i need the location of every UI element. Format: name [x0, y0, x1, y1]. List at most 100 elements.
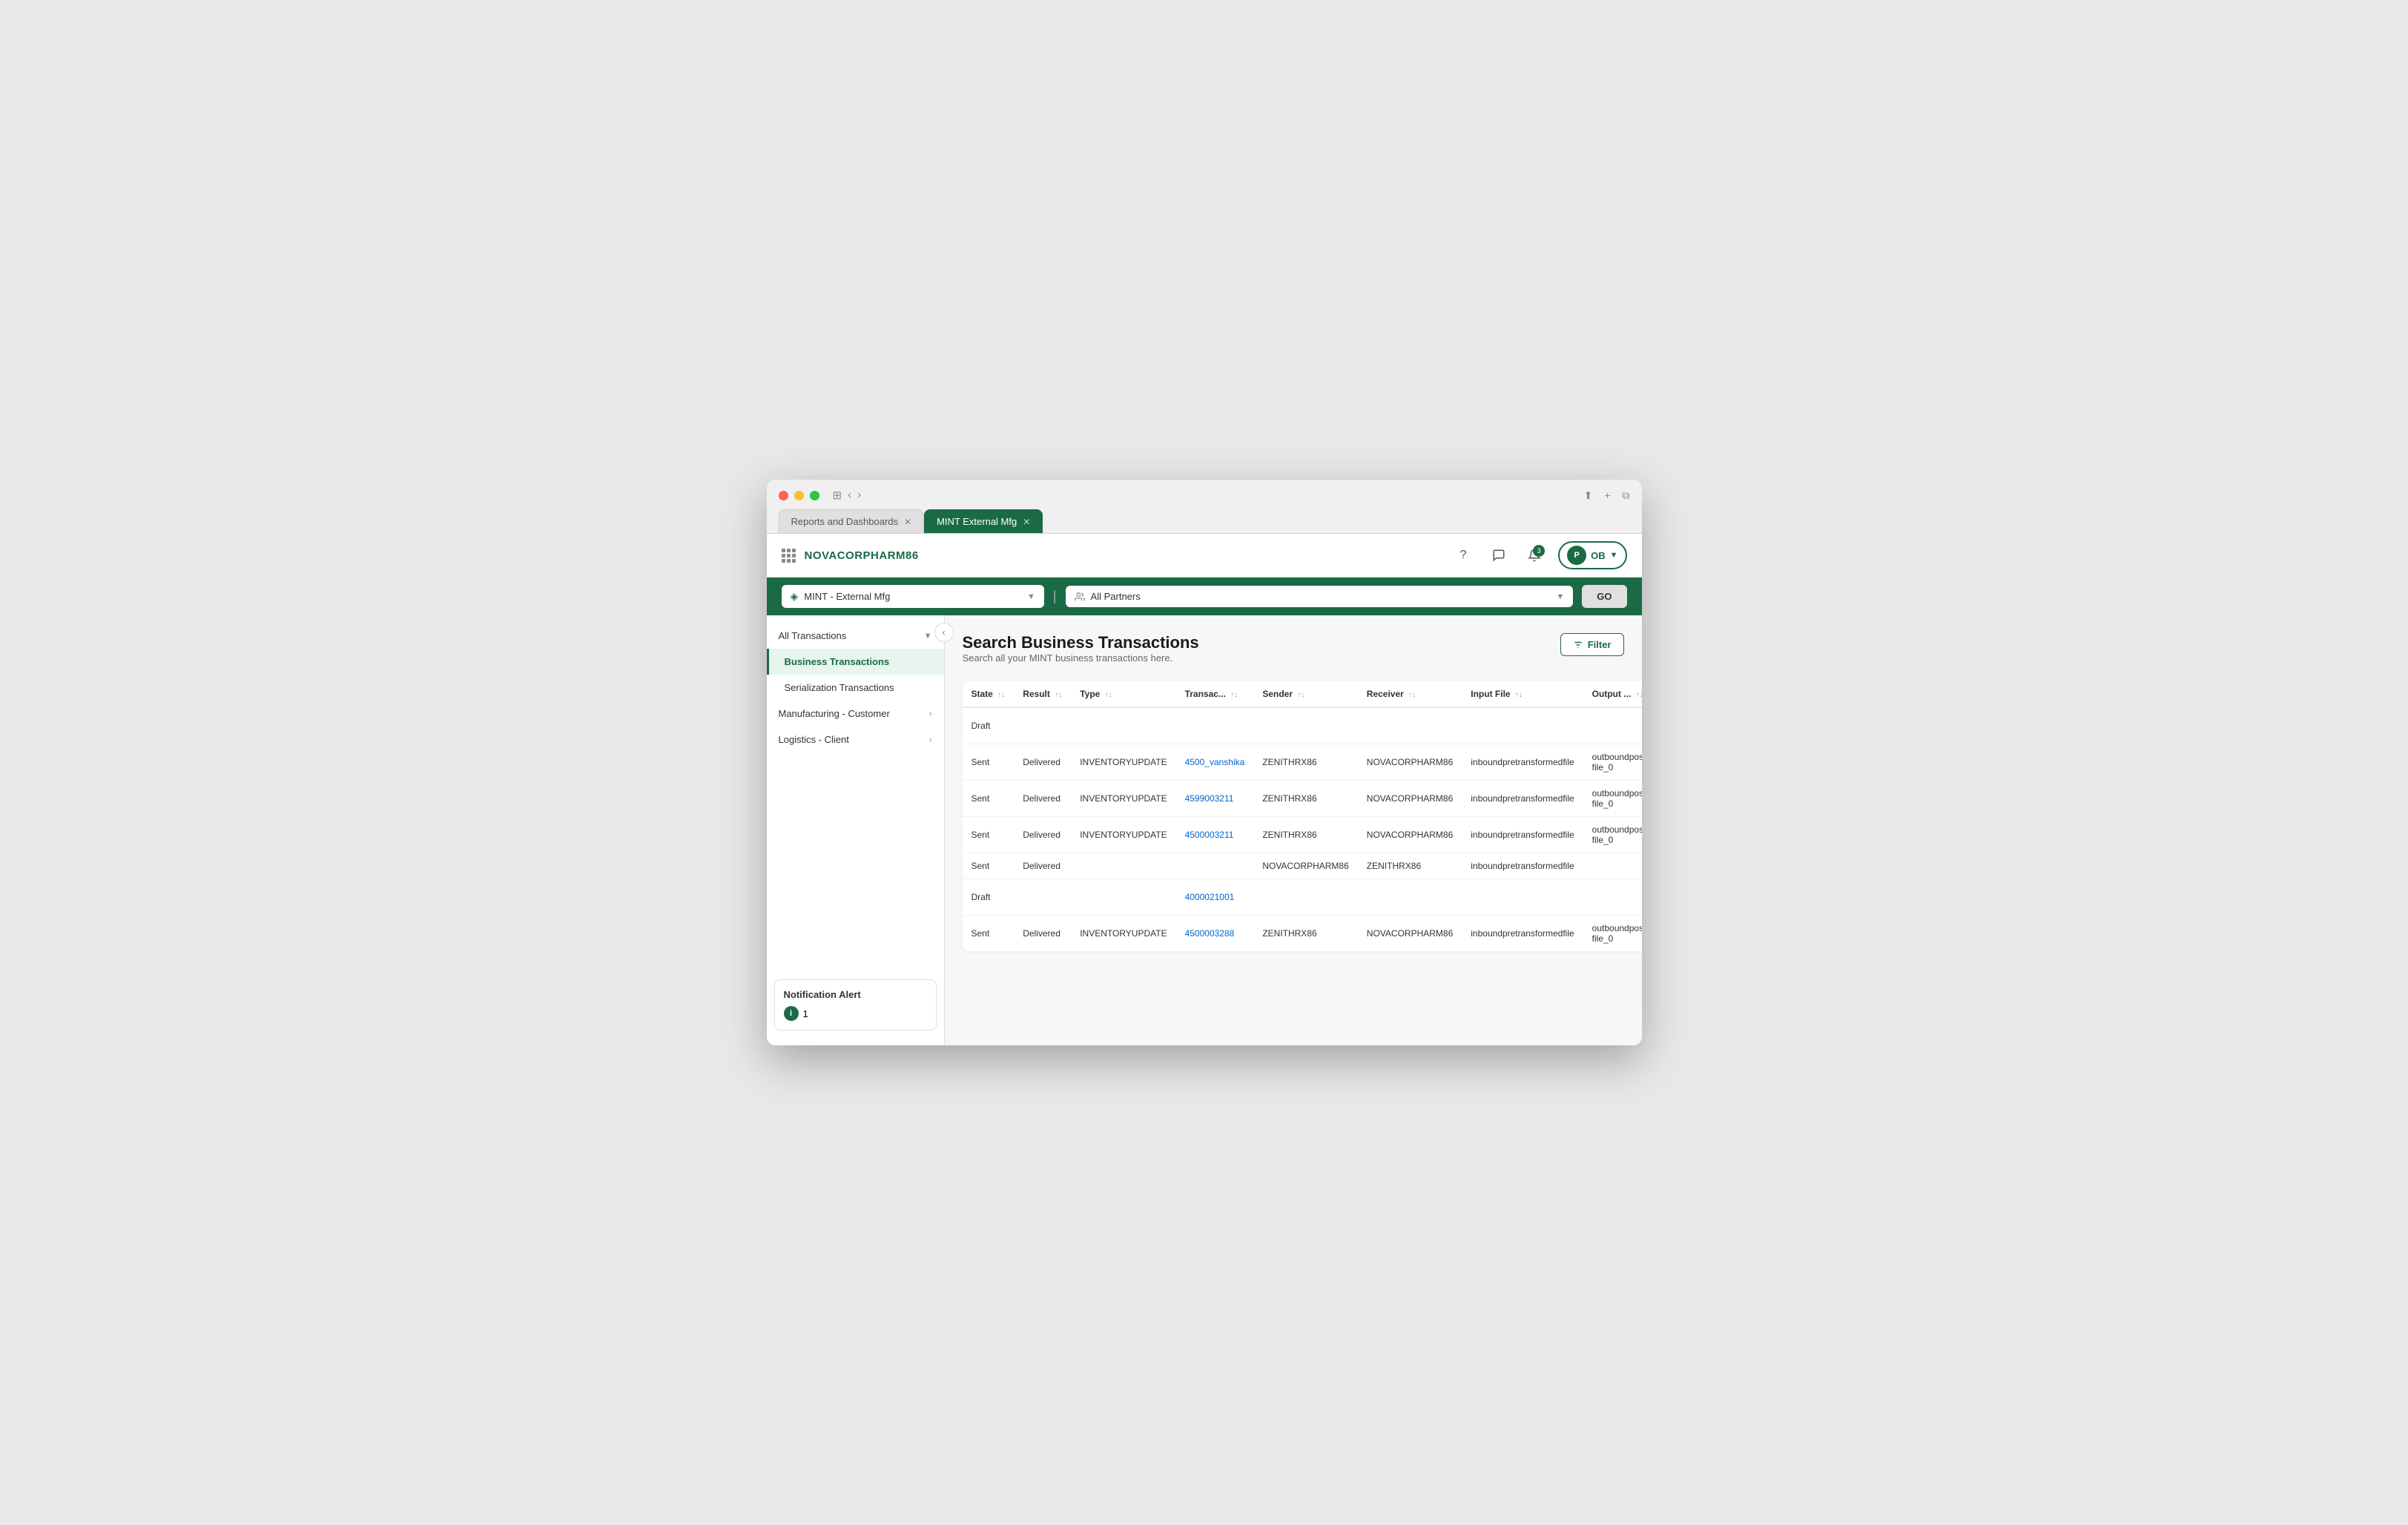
cell-input_file: [1462, 879, 1583, 916]
sort-receiver-icon: ↑↓: [1408, 691, 1416, 699]
browser-controls: ⊞ ‹ › ⬆ + ⧉: [779, 489, 1630, 502]
notification-count-badge: 3: [1533, 545, 1545, 557]
new-tab-icon[interactable]: +: [1604, 489, 1610, 502]
table-row: SentDeliveredINVENTORYUPDATE4500_vanshik…: [963, 744, 1642, 781]
tab-reports[interactable]: Reports and Dashboards ✕: [779, 509, 925, 533]
cell-transaction[interactable]: 4500003288: [1176, 916, 1254, 952]
notification-info-icon: i: [784, 1006, 799, 1021]
search-bar: ◈ MINT - External Mfg ▼ | All Partners ▼…: [767, 578, 1642, 615]
tab-reports-close[interactable]: ✕: [904, 517, 911, 527]
page-title: Search Business Transactions: [963, 633, 1199, 652]
share-icon[interactable]: ⬆: [1584, 489, 1593, 502]
user-dropdown-icon[interactable]: ▼: [1610, 551, 1618, 560]
sort-state-icon: ↑↓: [997, 691, 1005, 699]
help-icon[interactable]: ?: [1451, 543, 1475, 567]
col-input-file[interactable]: Input File ↑↓: [1462, 681, 1583, 707]
filter-icon: [1573, 640, 1583, 650]
cell-type: [1071, 879, 1175, 916]
all-transactions-label: All Transactions: [779, 630, 847, 641]
app-menu-icon[interactable]: [782, 549, 796, 563]
sidebar-collapse-button[interactable]: ‹: [934, 623, 954, 642]
cell-state: Sent: [963, 817, 1015, 853]
minimize-button[interactable]: [794, 491, 804, 500]
cell-sender: ZENITHRX86: [1253, 781, 1357, 817]
all-transactions-chevron: ▼: [924, 632, 932, 641]
sidebar-section-manufacturing[interactable]: Manufacturing - Customer ›: [767, 701, 944, 727]
cell-receiver: NOVACORPHARM86: [1358, 744, 1462, 781]
cell-type: INVENTORYUPDATE: [1071, 781, 1175, 817]
nav-forward-icon[interactable]: ›: [857, 489, 861, 502]
cell-state: Draft: [963, 707, 1015, 744]
cell-sender: ZENITHRX86: [1253, 916, 1357, 952]
sort-sender-icon: ↑↓: [1297, 691, 1304, 699]
notification-info[interactable]: i 1: [784, 1006, 927, 1021]
cell-input_file: inboundpretransformedfile: [1462, 744, 1583, 781]
sidebar-item-all-transactions[interactable]: All Transactions ▼: [767, 623, 944, 649]
cell-result: Delivered: [1014, 853, 1071, 879]
sort-transaction-icon: ↑↓: [1230, 691, 1238, 699]
cell-transaction[interactable]: 4000021001: [1176, 879, 1254, 916]
cell-transaction[interactable]: 4599003211: [1176, 781, 1254, 817]
chat-icon[interactable]: [1487, 543, 1511, 567]
nav-back-icon[interactable]: ‹: [848, 489, 851, 502]
app-logo: NOVACORPHARM86: [805, 549, 919, 562]
tab-mint-close[interactable]: ✕: [1023, 517, 1030, 527]
cell-output_file: outboundposttransformed file_0: [1583, 781, 1642, 817]
notifications-icon[interactable]: 3: [1523, 543, 1546, 567]
cell-result: [1014, 879, 1071, 916]
partner-selector[interactable]: All Partners ▼: [1066, 586, 1574, 607]
sidebar-item-serialization-transactions[interactable]: Serialization Transactions: [767, 675, 944, 701]
table-row: SentDeliveredINVENTORYUPDATE4599003211ZE…: [963, 781, 1642, 817]
cell-transaction[interactable]: 4500003211: [1176, 817, 1254, 853]
cell-state: Sent: [963, 781, 1015, 817]
cell-type: [1071, 707, 1175, 744]
filter-button[interactable]: Filter: [1560, 633, 1624, 656]
maximize-button[interactable]: [810, 491, 819, 500]
cell-type: [1071, 853, 1175, 879]
go-button[interactable]: GO: [1582, 585, 1626, 608]
cell-state: Draft: [963, 879, 1015, 916]
cell-transaction: [1176, 853, 1254, 879]
partner-dropdown-icon: ▼: [1556, 592, 1564, 601]
cell-transaction[interactable]: 4500_vanshika: [1176, 744, 1254, 781]
mint-icon: ◈: [791, 590, 799, 603]
cell-receiver: NOVACORPHARM86: [1358, 781, 1462, 817]
main-content: ‹ All Transactions ▼ Business Transactio…: [767, 615, 1642, 1045]
table-row: SentDeliveredINVENTORYUPDATE4500003211ZE…: [963, 817, 1642, 853]
notification-alert: Notification Alert i 1: [774, 979, 937, 1031]
sort-type-icon: ↑↓: [1105, 691, 1112, 699]
serialization-transactions-label: Serialization Transactions: [785, 682, 894, 693]
cell-sender: [1253, 707, 1357, 744]
mint-dropdown-icon: ▼: [1027, 592, 1035, 601]
cell-input_file: inboundpretransformedfile: [1462, 916, 1583, 952]
logistics-client-label: Logistics - Client: [779, 734, 849, 745]
sidebar-toggle-icon[interactable]: ⊞: [833, 489, 842, 502]
windows-icon[interactable]: ⧉: [1623, 489, 1630, 502]
col-state[interactable]: State ↑↓: [963, 681, 1015, 707]
mint-selector[interactable]: ◈ MINT - External Mfg ▼: [782, 585, 1044, 608]
cell-receiver: NOVACORPHARM86: [1358, 817, 1462, 853]
sidebar-section-logistics[interactable]: Logistics - Client ›: [767, 727, 944, 752]
col-output-file[interactable]: Output ... ↑↓: [1583, 681, 1642, 707]
cell-type: INVENTORYUPDATE: [1071, 744, 1175, 781]
col-transaction[interactable]: Transac... ↑↓: [1176, 681, 1254, 707]
table-body: Draft9/25/24, 4:59 PM (GMT)SentDelivered…: [963, 707, 1642, 951]
col-type[interactable]: Type ↑↓: [1071, 681, 1175, 707]
user-avatar-initials: P: [1567, 546, 1586, 565]
transactions-table: State ↑↓ Result ↑↓ Type ↑↓ Transac...: [963, 681, 1642, 951]
manufacturing-chevron: ›: [929, 709, 932, 718]
close-button[interactable]: [779, 491, 788, 500]
notification-alert-title: Notification Alert: [784, 989, 927, 1000]
cell-state: Sent: [963, 916, 1015, 952]
col-result[interactable]: Result ↑↓: [1014, 681, 1071, 707]
cell-receiver: NOVACORPHARM86: [1358, 916, 1462, 952]
manufacturing-customer-label: Manufacturing - Customer: [779, 708, 890, 719]
sidebar-item-business-transactions[interactable]: Business Transactions: [767, 649, 944, 675]
tab-mint[interactable]: MINT External Mfg ✕: [924, 509, 1043, 533]
col-sender[interactable]: Sender ↑↓: [1253, 681, 1357, 707]
cell-sender: [1253, 879, 1357, 916]
col-receiver[interactable]: Receiver ↑↓: [1358, 681, 1462, 707]
table-row: Draft9/25/24, 4:59 PM (GMT): [963, 707, 1642, 744]
cell-output_file: outboundposttransformed file_0: [1583, 916, 1642, 952]
user-avatar[interactable]: P OB ▼: [1558, 541, 1626, 569]
